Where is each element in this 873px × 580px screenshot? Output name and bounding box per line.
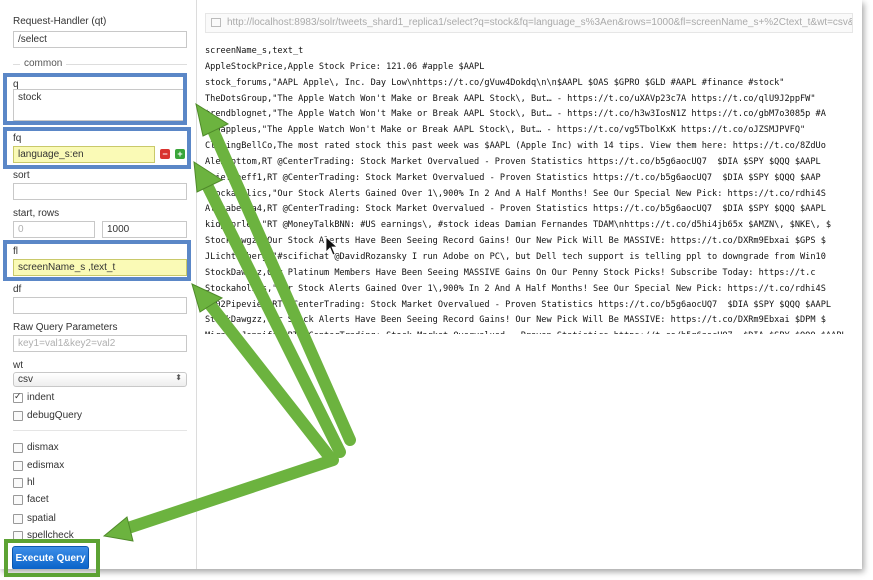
- hl-checkbox[interactable]: hl: [13, 477, 35, 488]
- request-url-link[interactable]: http://localhost:8983/solr/tweets_shard1…: [205, 13, 853, 33]
- debugquery-checkbox[interactable]: debugQuery: [13, 410, 82, 421]
- output-line: ClosingBellCo,The most rated stock this …: [205, 141, 826, 152]
- common-section-label: common: [20, 58, 67, 69]
- qt-input[interactable]: /select: [13, 31, 187, 48]
- output-line: TheDotsGroup,"The Apple Watch Won't Make…: [205, 93, 816, 104]
- output-line: Alisabella4,RT @CenterTrading: Stock Mar…: [205, 204, 826, 215]
- output-line: StockDawgzz,Our Stock Alerts Have Been S…: [205, 236, 826, 247]
- dismax-checkbox[interactable]: dismax: [13, 442, 59, 453]
- output-line: Stockaholics,"Our Stock Alerts Gained Ov…: [205, 188, 826, 199]
- output-line: AppleStockPrice,Apple Stock Price: 121.0…: [205, 61, 485, 72]
- facet-label: facet: [27, 494, 49, 505]
- dismax-label: dismax: [27, 442, 59, 453]
- spatial-label: spatial: [27, 513, 56, 524]
- fl-highlight-box: [3, 240, 191, 281]
- sort-label: sort: [13, 170, 30, 181]
- dismax-box: [13, 442, 23, 453]
- output-line: appappleus,"The Apple Watch Won't Make o…: [205, 125, 806, 136]
- edismax-checkbox[interactable]: edismax: [13, 460, 64, 471]
- output-line: StockDawgzz,Our Platinum Members Have Be…: [205, 267, 816, 278]
- options-divider: [13, 430, 187, 431]
- output-line: trendblognet,"The Apple Watch Won't Make…: [205, 109, 826, 120]
- execute-highlight-box: [4, 539, 100, 577]
- debugquery-label: debugQuery: [27, 410, 83, 421]
- raw-query-label: Raw Query Parameters: [13, 322, 118, 333]
- facet-box: [13, 494, 23, 505]
- output-line: 1802Pipeview,RT @CenterTrading: Stock Ma…: [205, 299, 832, 310]
- rows-input[interactable]: 1000: [102, 221, 187, 238]
- hl-label: hl: [27, 477, 35, 488]
- response-output: screenName_s,text_t AppleStockPrice,Apple…: [205, 44, 855, 334]
- indent-label: indent: [27, 392, 55, 403]
- output-line: JLichtenberg,"#scifichat @DavidRozansky …: [205, 251, 826, 262]
- indent-check-icon: [13, 391, 23, 403]
- request-url-text: http://localhost:8983/solr/tweets_shard1…: [227, 17, 853, 28]
- sort-input[interactable]: [13, 183, 187, 200]
- output-line: MirandaJennifer,RT @CenterTrading: Stock…: [205, 329, 855, 334]
- qt-label: Request-Handler (qt): [13, 16, 107, 27]
- raw-query-input[interactable]: key1=val1&key2=val2: [13, 335, 187, 352]
- q-highlight-box: [3, 73, 187, 125]
- facet-checkbox[interactable]: facet: [13, 494, 49, 505]
- indent-checkbox[interactable]: indent: [13, 391, 55, 403]
- df-label: df: [13, 284, 22, 295]
- wt-label: wt: [13, 360, 23, 371]
- output-line: Stockaholics,"Our Stock Alerts Gained Ov…: [205, 283, 826, 294]
- output-line: StockDawgzz,Our Stock Alerts Have Been S…: [205, 315, 826, 326]
- wt-select[interactable]: csv ⬍: [13, 372, 187, 387]
- hl-box: [13, 477, 23, 488]
- df-input[interactable]: [13, 297, 187, 314]
- edismax-label: edismax: [27, 460, 65, 471]
- start-input[interactable]: 0: [13, 221, 95, 238]
- output-line: screenName_s,text_t: [205, 46, 304, 56]
- spatial-box: [13, 513, 23, 524]
- edismax-box: [13, 460, 23, 471]
- fq-highlight-box: [3, 127, 191, 169]
- wt-select-value: csv: [18, 374, 33, 385]
- spatial-checkbox[interactable]: spatial: [13, 513, 56, 524]
- output-line: AlexBottom,RT @CenterTrading: Stock Mark…: [205, 156, 821, 167]
- start-rows-label: start, rows: [13, 208, 60, 219]
- select-arrows-icon: ⬍: [175, 373, 182, 382]
- link-icon: [211, 18, 221, 27]
- output-line: chiefkeeff1,RT @CenterTrading: Stock Mar…: [205, 172, 821, 183]
- output-line: stock_forums,"AAPL Apple\, Inc. Day Low\…: [205, 77, 785, 88]
- debugquery-box: [13, 410, 23, 421]
- output-line: kidpaprlee,"RT @MoneyTalkBNN: #US earnin…: [205, 220, 832, 231]
